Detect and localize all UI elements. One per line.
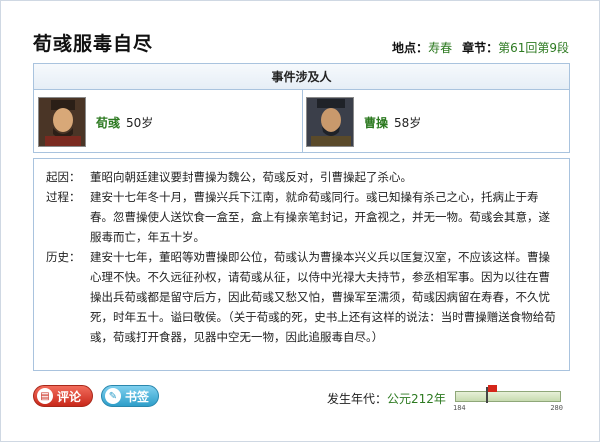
person-age: 50岁 [126, 115, 154, 130]
comment-label: 评论 [57, 389, 82, 404]
people-row: 荀彧 50岁 曹操 58岁 [34, 90, 569, 152]
timeline-bar [455, 391, 561, 402]
timeline-min: 184 [453, 404, 466, 412]
era-info: 发生年代：公元212年 [327, 390, 446, 407]
era-label: 发生年代： [327, 392, 388, 406]
person-name[interactable]: 曹操 [364, 114, 388, 131]
detail-text: 建安十七年冬十月，曹操兴兵下江南，就命荀彧同行。彧已知操有杀己之心，托病止于寿春… [90, 190, 550, 244]
people-panel: 事件涉及人 荀彧 50岁 曹操 58岁 [33, 63, 570, 153]
flag-icon [488, 385, 497, 392]
event-title: 荀彧服毒自尽 [33, 33, 154, 55]
bookmark-button[interactable]: ✎ 书签 [101, 385, 159, 407]
detail-text: 董昭向朝廷建议要封曹操为魏公，荀彧反对，引曹操起了杀心。 [90, 170, 412, 184]
comment-button[interactable]: ▤ 评论 [33, 385, 93, 407]
detail-text: 建安十七年，董昭等劝曹操即公位，荀彧认为曹操本兴义兵以匡复汉室，不应该这样。曹操… [90, 250, 556, 344]
event-meta: 地点：寿春 章节：第61回第9段 [392, 39, 569, 56]
event-card: 荀彧服毒自尽 地点：寿春 章节：第61回第9段 事件涉及人 荀彧 50岁 曹操 … [0, 0, 600, 442]
detail-label: 起因： [46, 170, 81, 184]
portrait-cao-cao[interactable] [306, 97, 354, 147]
timeline-max: 280 [550, 404, 563, 412]
bookmark-label: 书签 [125, 389, 150, 404]
location-value[interactable]: 寿春 [428, 41, 452, 55]
detail-label: 过程： [46, 190, 81, 204]
person-name[interactable]: 荀彧 [96, 114, 120, 131]
detail-process: 过程： 建安十七年冬十月，曹操兴兵下江南，就命荀彧同行。彧已知操有杀己之心，托病… [46, 187, 559, 247]
chapter-label: 章节： [462, 41, 499, 55]
detail-label: 历史： [46, 250, 81, 264]
bookmark-icon: ✎ [105, 388, 121, 404]
people-divider [302, 90, 303, 152]
portrait-xun-yu[interactable] [38, 97, 86, 147]
era-timeline[interactable]: 184 280 [453, 385, 563, 415]
detail-cause: 起因： 董昭向朝廷建议要封曹操为魏公，荀彧反对，引曹操起了杀心。 [46, 167, 559, 187]
people-header: 事件涉及人 [34, 64, 569, 90]
detail-history: 历史： 建安十七年，董昭等劝曹操即公位，荀彧认为曹操本兴义兵以匡复汉室，不应该这… [46, 247, 559, 347]
event-details: 起因： 董昭向朝廷建议要封曹操为魏公，荀彧反对，引曹操起了杀心。 过程： 建安十… [33, 158, 570, 371]
location-label: 地点： [392, 41, 429, 55]
comment-icon: ▤ [37, 388, 53, 404]
chapter-value[interactable]: 第61回第9段 [498, 41, 569, 55]
person-cao-cao: 曹操 58岁 [306, 96, 421, 148]
era-value: 公元212年 [387, 392, 446, 406]
person-xun-yu: 荀彧 50岁 [38, 96, 153, 148]
person-age: 58岁 [394, 115, 422, 130]
